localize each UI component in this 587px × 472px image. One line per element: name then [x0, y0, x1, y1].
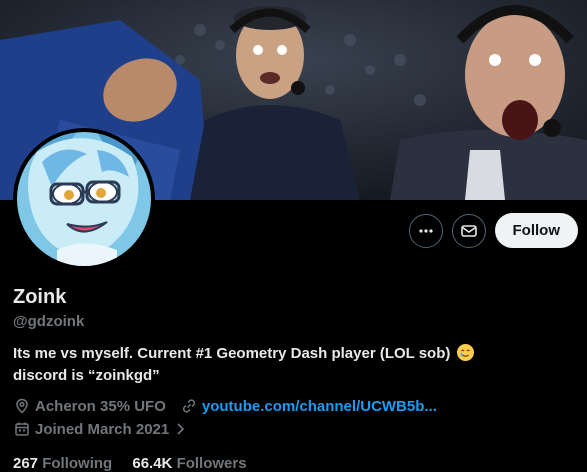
joined-date: Joined March 2021: [35, 420, 170, 438]
handle: @gdzoink: [13, 313, 85, 330]
profile-avatar[interactable]: [13, 128, 155, 270]
profile-actions: Follow: [408, 213, 578, 248]
profile-meta-row-1: Acheron 35% UFO youtube.com/channel/UCWB…: [13, 397, 437, 415]
following-link[interactable]: 267 Following: [13, 455, 116, 472]
profile-meta-row-2: Joined March 2021: [13, 420, 194, 438]
follow-button[interactable]: Follow: [494, 213, 578, 248]
bio-line-2: discord is “zoinkgd”: [13, 367, 160, 384]
profile-bio: Its me vs myself. Current #1 Geometry Da…: [13, 343, 573, 387]
website-link[interactable]: youtube.com/channel/UCWB5b...: [202, 398, 437, 415]
followers-link[interactable]: 66.4K Followers: [132, 455, 246, 472]
following-count: 267: [13, 455, 39, 472]
link-icon: [180, 397, 198, 415]
calendar-icon: [13, 420, 31, 438]
location-text: Acheron 35% UFO: [35, 397, 166, 415]
followers-label: Followers: [176, 455, 247, 472]
following-label: Following: [42, 455, 113, 472]
bio-line-1: Its me vs myself. Current #1 Geometry Da…: [13, 345, 451, 362]
follow-counts: 267 Following 66.4K Followers: [13, 455, 247, 472]
chevron-right-icon[interactable]: [172, 420, 190, 438]
crying-face-emoji-icon: [456, 344, 474, 361]
message-button[interactable]: [451, 213, 486, 248]
location-pin-icon: [13, 397, 31, 415]
more-button[interactable]: [408, 213, 443, 248]
followers-count: 66.4K: [132, 455, 173, 472]
display-name: Zoink: [13, 286, 67, 308]
mail-icon: [460, 224, 477, 237]
avatar-image: [17, 132, 151, 266]
more-horizontal-icon: [418, 228, 433, 233]
